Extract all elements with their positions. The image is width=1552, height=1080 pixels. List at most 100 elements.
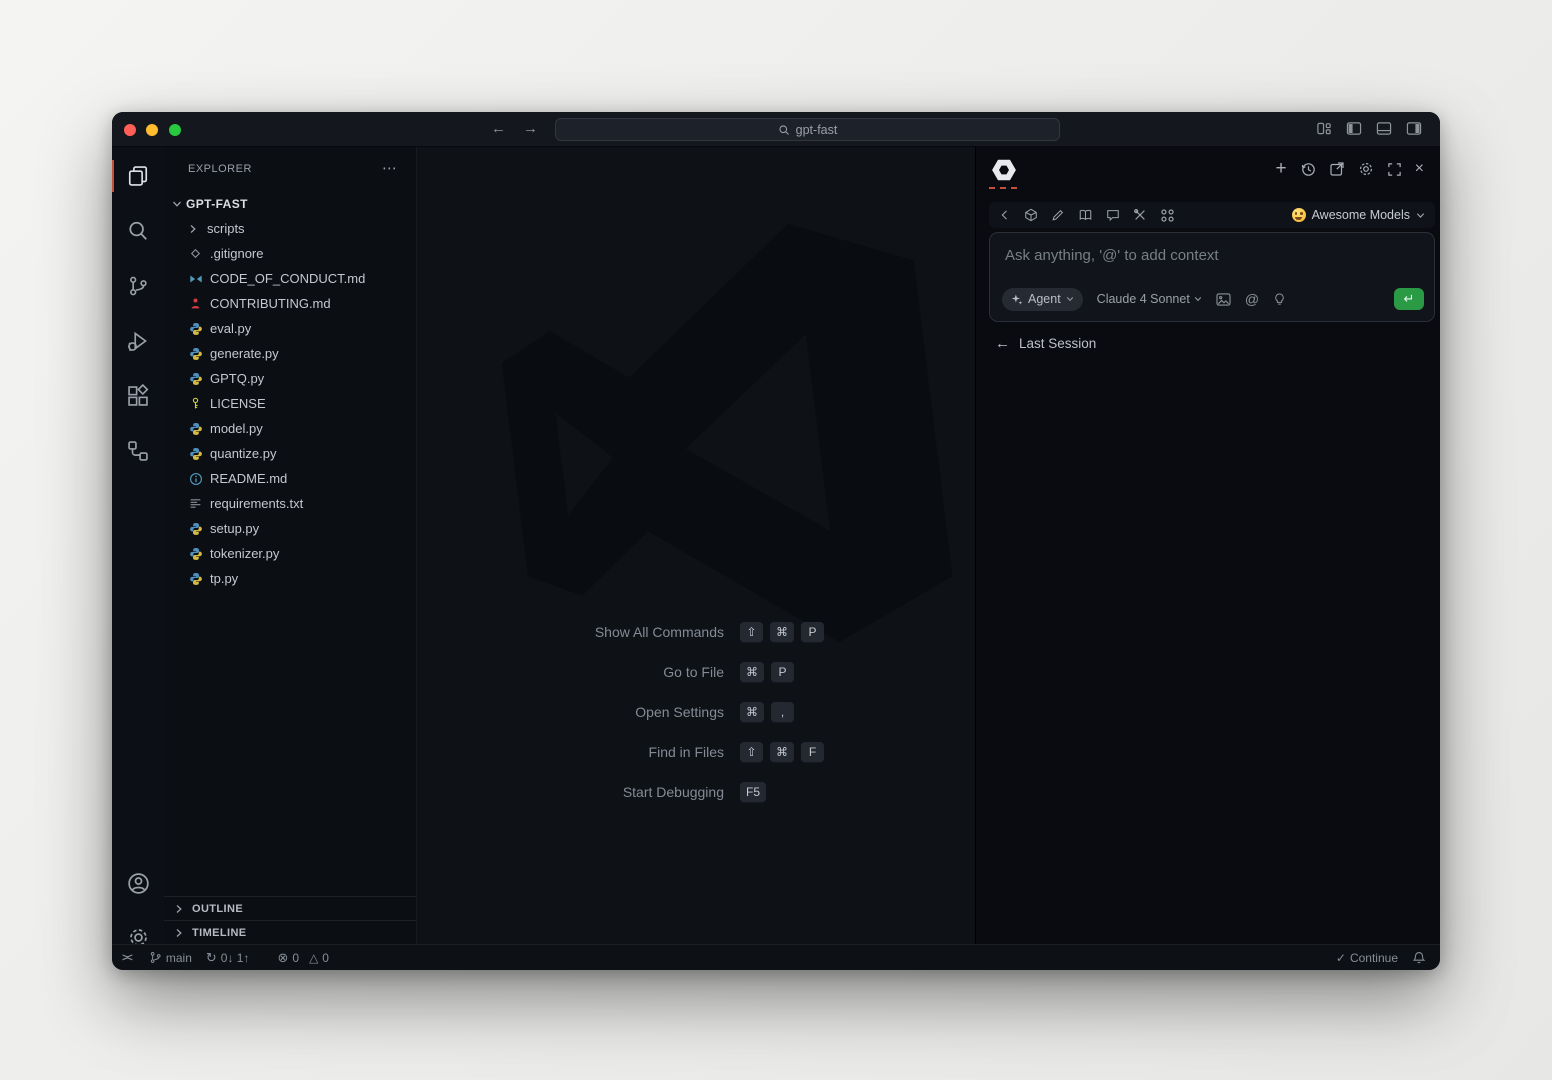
sync-changes-indicator[interactable]: ↻ 0↓ 1↑ bbox=[206, 950, 250, 966]
history-icon[interactable] bbox=[1300, 161, 1316, 177]
warning-count: 0 bbox=[322, 951, 329, 965]
explorer-root-folder[interactable]: GPT-FAST bbox=[164, 192, 416, 215]
timeline-section-header[interactable]: TIMELINE bbox=[164, 920, 416, 944]
chevron-down-icon bbox=[170, 197, 184, 211]
continue-status-item[interactable]: ✓ Continue bbox=[1336, 951, 1398, 965]
tree-item-file[interactable]: README.md bbox=[164, 466, 416, 491]
send-button[interactable]: ↵ bbox=[1394, 288, 1424, 310]
attach-image-button[interactable] bbox=[1216, 293, 1231, 306]
search-icon bbox=[127, 220, 149, 242]
warning-icon: △ bbox=[309, 951, 318, 965]
info-icon bbox=[188, 471, 203, 486]
tree-item-file[interactable]: .gitignore bbox=[164, 241, 416, 266]
mention-context-button[interactable]: @ bbox=[1245, 291, 1259, 307]
references-icon bbox=[127, 440, 149, 462]
ai-chat-panel: + × Awesome Models Ask anything, '@' to … bbox=[975, 147, 1440, 944]
error-count: 0 bbox=[292, 951, 299, 965]
last-session-label: Last Session bbox=[1019, 336, 1096, 351]
key-shift: ⇧ bbox=[740, 742, 763, 763]
python-icon bbox=[188, 521, 203, 536]
python-icon bbox=[188, 571, 203, 586]
chat-input-placeholder: Ask anything, '@' to add context bbox=[1005, 247, 1219, 264]
sidebar-item-extensions[interactable] bbox=[112, 376, 164, 416]
text-lines-icon bbox=[188, 496, 203, 511]
tree-item-file[interactable]: generate.py bbox=[164, 341, 416, 366]
star-struck-face-emoji bbox=[1292, 208, 1306, 222]
file-name: generate.py bbox=[210, 346, 279, 361]
section-label: TIMELINE bbox=[192, 927, 247, 939]
zoom-window-button[interactable] bbox=[169, 124, 181, 136]
file-tree: scripts .gitignore CODE_OF_CONDUCT.md CO… bbox=[164, 216, 416, 591]
return-arrow-icon: ↵ bbox=[1404, 291, 1415, 307]
minimize-window-button[interactable] bbox=[146, 124, 158, 136]
sidebar-item-references[interactable] bbox=[112, 431, 164, 471]
model-menu-dropdown[interactable]: Awesome Models bbox=[1292, 208, 1425, 222]
toggle-secondary-sidebar-icon[interactable] bbox=[1406, 121, 1422, 136]
watermark-shortcuts: Show All Commands ⇧⌘P Go to File ⌘P Open… bbox=[417, 612, 975, 812]
active-tab-indicator bbox=[989, 187, 1017, 189]
back-chevron-icon[interactable] bbox=[999, 209, 1011, 221]
model-select-dropdown[interactable]: Claude 4 Sonnet bbox=[1097, 292, 1202, 306]
file-name: .gitignore bbox=[210, 246, 263, 261]
tree-item-file[interactable]: setup.py bbox=[164, 516, 416, 541]
tree-item-file[interactable]: requirements.txt bbox=[164, 491, 416, 516]
navigate-forward-button[interactable]: → bbox=[523, 120, 538, 138]
package-cube-icon[interactable] bbox=[1024, 208, 1038, 222]
tree-item-file[interactable]: tokenizer.py bbox=[164, 541, 416, 566]
file-name: setup.py bbox=[210, 521, 259, 536]
command-center-search[interactable]: gpt-fast bbox=[555, 118, 1060, 141]
tree-item-file[interactable]: tp.py bbox=[164, 566, 416, 591]
tree-item-file[interactable]: LICENSE bbox=[164, 391, 416, 416]
sidebar-item-run-debug[interactable] bbox=[112, 321, 164, 361]
check-icon: ✓ bbox=[1336, 951, 1346, 965]
problems-indicator[interactable]: ⊗ 0 △ 0 bbox=[277, 950, 329, 966]
notifications-bell-button[interactable] bbox=[1412, 951, 1426, 965]
tree-item-file[interactable]: eval.py bbox=[164, 316, 416, 341]
settings-gear-icon[interactable] bbox=[1358, 161, 1374, 177]
outline-section-header[interactable]: OUTLINE bbox=[164, 896, 416, 920]
tree-item-file[interactable]: model.py bbox=[164, 416, 416, 441]
shortcut-label: Show All Commands bbox=[417, 624, 724, 640]
docs-book-icon[interactable] bbox=[1078, 208, 1093, 222]
tree-item-folder[interactable]: scripts bbox=[164, 216, 416, 241]
source-control-icon bbox=[127, 275, 149, 297]
git-branch-indicator[interactable]: main bbox=[149, 951, 192, 965]
tree-item-file[interactable]: CODE_OF_CONDUCT.md bbox=[164, 266, 416, 291]
sidebar-item-source-control[interactable] bbox=[112, 266, 164, 306]
tree-item-file[interactable]: CONTRIBUTING.md bbox=[164, 291, 416, 316]
file-name: CODE_OF_CONDUCT.md bbox=[210, 271, 365, 286]
shortcut-label: Open Settings bbox=[417, 704, 724, 720]
sidebar-item-search[interactable] bbox=[112, 211, 164, 251]
new-chat-icon[interactable]: + bbox=[1276, 162, 1287, 176]
account-button[interactable] bbox=[112, 863, 164, 903]
toggle-primary-sidebar-icon[interactable] bbox=[1346, 121, 1362, 136]
chevron-right-icon bbox=[172, 902, 186, 916]
file-name: LICENSE bbox=[210, 396, 266, 411]
sidebar-item-explorer[interactable] bbox=[112, 156, 164, 196]
agent-mode-label: Agent bbox=[1028, 292, 1061, 306]
chat-input[interactable]: Ask anything, '@' to add context Agent C… bbox=[989, 232, 1435, 322]
close-icon[interactable]: × bbox=[1415, 161, 1424, 177]
chevron-down-icon bbox=[1416, 211, 1425, 220]
comment-icon[interactable] bbox=[1106, 208, 1120, 222]
file-name: quantize.py bbox=[210, 446, 277, 461]
tree-item-file[interactable]: GPTQ.py bbox=[164, 366, 416, 391]
bell-icon bbox=[1412, 951, 1426, 965]
more-actions-icon[interactable]: ⋯ bbox=[382, 159, 398, 177]
run-debug-icon bbox=[127, 330, 149, 352]
open-in-editor-icon[interactable] bbox=[1329, 161, 1345, 177]
toggle-panel-icon[interactable] bbox=[1376, 121, 1392, 136]
tools-icon[interactable] bbox=[1133, 208, 1147, 222]
apps-grid-icon[interactable] bbox=[1160, 208, 1175, 223]
expand-icon[interactable] bbox=[1387, 162, 1402, 177]
customize-layout-icon[interactable] bbox=[1316, 121, 1332, 136]
agent-mode-dropdown[interactable]: Agent bbox=[1002, 288, 1083, 311]
tree-item-file[interactable]: quantize.py bbox=[164, 441, 416, 466]
remote-indicator[interactable]: >< bbox=[122, 952, 135, 964]
close-window-button[interactable] bbox=[124, 124, 136, 136]
suggestions-button[interactable] bbox=[1273, 292, 1286, 306]
key-p: P bbox=[771, 662, 794, 683]
navigate-back-button[interactable]: ← bbox=[491, 120, 506, 138]
edit-pencil-icon[interactable] bbox=[1051, 208, 1065, 222]
last-session-link[interactable]: ← Last Session bbox=[995, 335, 1096, 352]
